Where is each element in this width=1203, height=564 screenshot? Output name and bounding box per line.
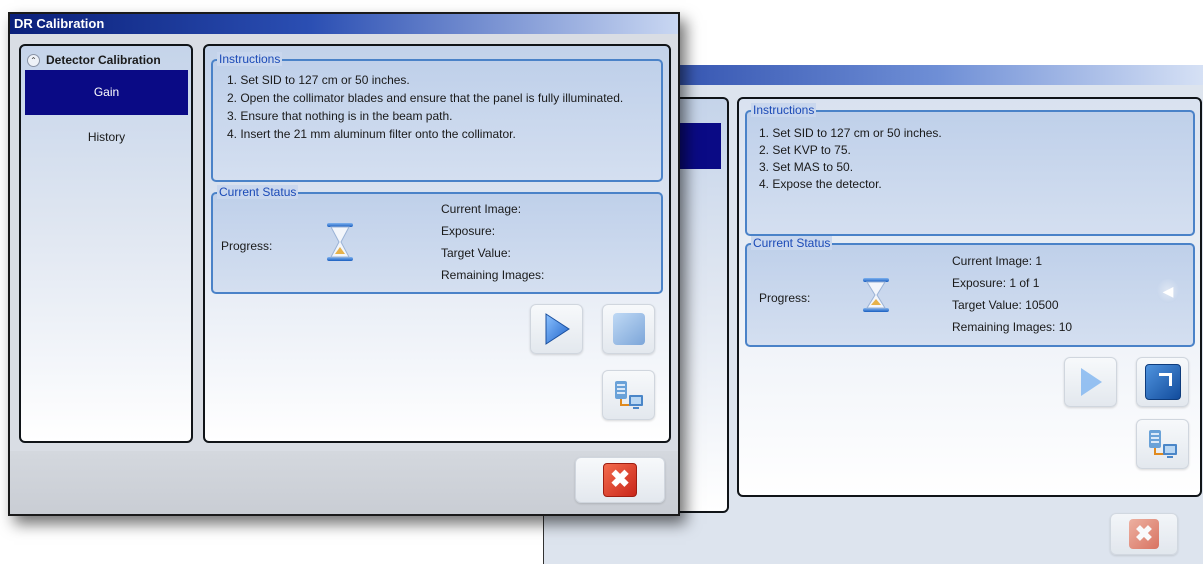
back-status-field: Exposure: 1 of 1 — [952, 276, 1040, 290]
status-field-current-image: Current Image: — [441, 202, 522, 216]
stop-icon — [1144, 364, 1181, 400]
hourglass-icon — [861, 277, 891, 316]
instructions-group: Instructions 1. Set SID to 127 cm or 50 … — [211, 52, 663, 182]
sidebar: ⌃ Detector Calibration Gain History — [19, 44, 193, 443]
sidebar-item-history[interactable]: History — [25, 126, 188, 148]
back-status-group: Current Status Progress: Current Image: … — [745, 236, 1195, 347]
sidebar-section-header[interactable]: ⌃ Detector Calibration — [27, 52, 161, 68]
back-instructions-legend: Instructions — [751, 103, 817, 117]
window-titlebar: DR Calibration — [10, 14, 678, 34]
sidebar-item-label: History — [87, 130, 126, 144]
sidebar-section-label: Detector Calibration — [46, 53, 161, 67]
back-start-button[interactable] — [1064, 357, 1117, 407]
status-legend: Current Status — [217, 185, 299, 199]
instructions-legend: Instructions — [217, 52, 283, 66]
status-field-target-value: Target Value: — [441, 246, 511, 260]
back-status-field: Target Value: 10500 — [952, 298, 1059, 312]
front-window: DR Calibration ⌃ Detector Calibration Ga… — [8, 12, 680, 516]
play-icon — [1080, 368, 1102, 396]
status-group: Current Status Progress: Current Image: … — [211, 185, 663, 294]
back-main-pane: Instructions 1. Set SID to 127 cm or 50 … — [737, 97, 1202, 497]
start-button[interactable] — [530, 304, 583, 354]
stop-button[interactable] — [602, 304, 655, 354]
close-x-icon: ✖ — [1129, 519, 1159, 549]
close-x-icon: ✖ — [603, 463, 637, 497]
stop-icon — [612, 313, 645, 345]
chevron-up-icon[interactable]: ⌃ — [27, 53, 40, 67]
network-computer-icon — [1148, 430, 1177, 458]
back-network-button[interactable] — [1136, 419, 1189, 469]
progress-label: Progress: — [221, 239, 273, 253]
status-field-exposure: Exposure: — [441, 224, 496, 238]
back-stop-button[interactable] — [1136, 357, 1189, 407]
back-instruction-step: 3. Set MAS to 50. — [759, 160, 854, 174]
back-instructions-group: Instructions 1. Set SID to 127 cm or 50 … — [745, 103, 1195, 236]
sidebar-item-label: Gain — [93, 85, 120, 99]
sidebar-item-gain[interactable]: Gain — [25, 70, 188, 115]
back-progress-label: Progress: — [759, 291, 811, 305]
back-instruction-step: 1. Set SID to 127 cm or 50 inches. — [759, 126, 942, 140]
back-status-legend: Current Status — [751, 236, 833, 250]
back-instruction-step: 2. Set KVP to 75. — [759, 143, 851, 157]
close-button[interactable]: ✖ — [575, 457, 665, 503]
back-close-button[interactable]: ✖ — [1110, 513, 1178, 555]
instruction-step: 4. Insert the 21 mm aluminum filter onto… — [227, 127, 516, 141]
collapse-arrow-icon[interactable]: ◀ — [1157, 279, 1179, 303]
back-instruction-step: 4. Expose the detector. — [759, 177, 882, 191]
main-pane: Instructions 1. Set SID to 127 cm or 50 … — [203, 44, 671, 443]
back-status-field: Current Image: 1 — [952, 254, 1043, 268]
status-field-remaining-images: Remaining Images: — [441, 268, 545, 282]
window-title: DR Calibration — [14, 16, 105, 31]
network-button[interactable] — [602, 370, 655, 420]
instruction-step: 1. Set SID to 127 cm or 50 inches. — [227, 73, 410, 87]
instruction-step: 3. Ensure that nothing is in the beam pa… — [227, 109, 453, 123]
hourglass-icon — [325, 222, 355, 265]
back-status-field: Remaining Images: 10 — [952, 320, 1073, 334]
instruction-step: 2. Open the collimator blades and ensure… — [227, 91, 624, 105]
play-icon — [545, 313, 570, 345]
network-computer-icon — [614, 381, 643, 409]
